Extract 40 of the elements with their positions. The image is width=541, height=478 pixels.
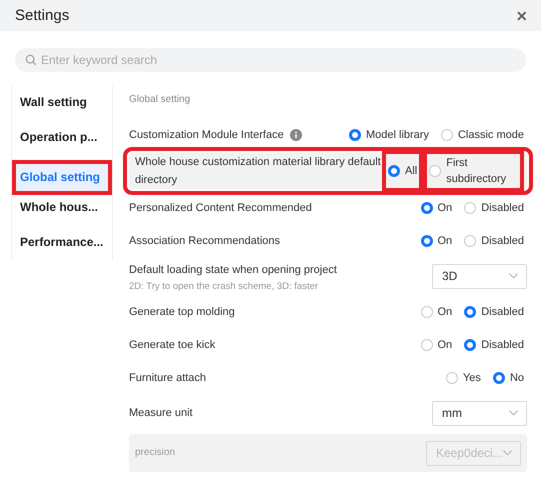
setting-label: precision: [135, 446, 176, 460]
radio-option[interactable]: On: [418, 302, 456, 322]
setting-label: Association Recommendations: [129, 234, 280, 248]
sidebar-item[interactable]: Whole hous...: [12, 195, 112, 230]
setting-label: Generate top molding: [129, 304, 235, 320]
window-title: Settings: [15, 7, 70, 24]
setting-label: Measure unit: [129, 406, 193, 421]
radio-option[interactable]: On: [418, 198, 456, 218]
chevron-icon: [503, 450, 512, 456]
sidebar-item[interactable]: Global setting: [12, 160, 112, 195]
radio-option[interactable]: Disabled: [461, 198, 527, 218]
radio-option[interactable]: Disabled: [461, 334, 527, 354]
section-title: Global setting: [129, 93, 192, 107]
dropdown[interactable]: mm: [432, 400, 527, 426]
radio-option[interactable]: On: [418, 334, 456, 354]
sidebar-item[interactable]: Performance...: [12, 230, 112, 265]
radio-option[interactable]: Disabled: [461, 302, 527, 322]
setting-label: Customization Module Interface: [129, 128, 284, 142]
setting-label: Furniture attach: [129, 370, 206, 386]
radio-option[interactable]: All: [385, 153, 420, 189]
setting-label: Whole house customization material library default directory: [135, 155, 382, 188]
setting-hint: 2D: Try to open the crash scheme, 3D: faster: [129, 280, 320, 292]
search-field[interactable]: Enter keyword search: [15, 48, 526, 72]
radio-option[interactable]: Classic mode: [438, 124, 527, 144]
close-button[interactable]: ×: [514, 6, 529, 24]
setting-label: Generate toe kick: [129, 338, 216, 352]
sidebar-item[interactable]: Wall setting: [12, 90, 112, 125]
radio-option[interactable]: Model library: [346, 124, 432, 144]
setting-label: Personalized Content Recommended: [129, 200, 312, 216]
radio-option[interactable]: On: [418, 230, 456, 250]
sidebar-item[interactable]: Operation p...: [12, 125, 112, 160]
chevron-icon: [509, 410, 518, 416]
radio-option[interactable]: No: [490, 368, 527, 388]
setting-label: Default loading state when opening project: [129, 262, 337, 278]
radio-option[interactable]: Disabled: [461, 230, 527, 250]
chevron-icon: [509, 273, 518, 279]
search-icon: [25, 54, 37, 66]
radio-option[interactable]: Yes: [442, 368, 484, 388]
dropdown[interactable]: 3D: [432, 264, 527, 288]
radio-option[interactable]: First subdirectory: [426, 153, 521, 189]
